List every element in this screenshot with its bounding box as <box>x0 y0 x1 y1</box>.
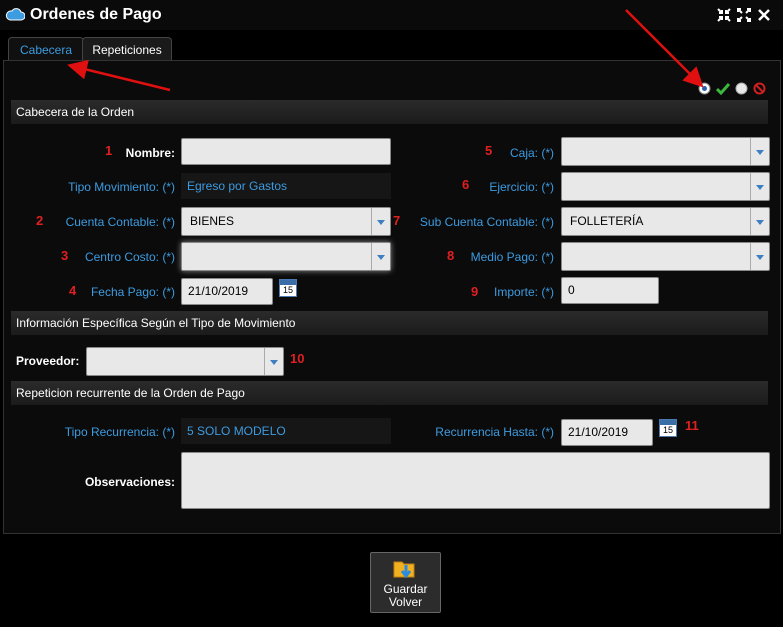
annotation-arrows <box>67 9 704 92</box>
arrow-to-tab <box>67 59 171 92</box>
arrow-to-status <box>625 9 704 88</box>
